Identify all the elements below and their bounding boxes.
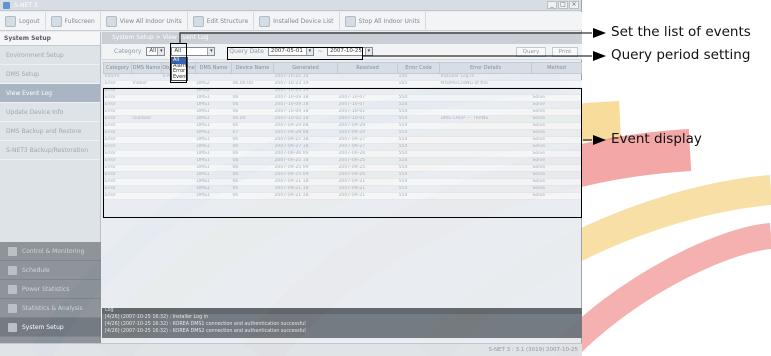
statistics-icon [8,303,17,313]
log-line: [4/26] (2007-10-25 16:32) : KOREA DMS1 c… [105,322,306,327]
stop-all-indoor-units-button[interactable]: Stop All Indoor Units [340,11,426,31]
title-bar: S-NET 3 _ □ × [0,0,581,11]
column-header[interactable]: Device Name [231,62,274,74]
chevron-down-icon: ▾ [157,48,165,55]
sidebar-header: System Setup [0,32,100,46]
table-cell [531,80,582,88]
view-all-icon [105,15,117,27]
control-icon [8,246,17,256]
installed-device-list-button[interactable]: Installed Device List [254,11,340,31]
table-cell: Indoor [131,80,162,88]
column-header[interactable]: Error Details [439,62,532,74]
category-select[interactable]: All ▾ [146,47,166,56]
table-cell [231,73,274,81]
close-icon[interactable]: × [569,1,579,9]
table-cell: 2007-10-23 19 [273,80,338,88]
column-header[interactable]: Error Code [397,62,440,74]
table-cell [131,73,162,81]
screenshot-canvas: S-NET 3 _ □ × Logout Fullscreen View All… [0,0,771,356]
sidebar: System Setup Environment Setup DMS Setup… [0,32,101,356]
table-cell [337,80,398,88]
maximize-icon[interactable]: □ [558,1,568,9]
log-panel: Log [4/26] (2007-10-25 16:32) : Installe… [102,308,582,338]
annotation-event-list: Set the list of events [611,24,751,40]
app-logo-icon [3,2,10,9]
power-icon [8,284,17,294]
column-header[interactable]: Method [531,62,582,74]
system-setup-icon [8,322,17,332]
schedule-icon [8,265,17,275]
category-label: Category [114,48,142,55]
nav-system-setup[interactable]: System Setup [0,318,101,337]
column-header[interactable]: DMS Name [195,62,232,74]
nav-power-statistics[interactable]: Power Statistics [0,280,101,299]
query-button[interactable]: Query [516,47,546,57]
category-list-highlight [170,43,187,83]
table-cell: DMS2 [195,80,232,88]
table-cell: 165 [397,80,440,88]
query-period-highlight [227,47,363,60]
fullscreen-button[interactable]: Fullscreen [46,11,101,31]
column-header[interactable]: DMS Name [131,62,162,74]
chevron-down-icon: ▾ [207,48,215,55]
toolbar: Logout Fullscreen View All Indoor Units … [0,11,582,31]
logout-icon [5,15,16,27]
sidebar-item-dms-setup[interactable]: DMS Setup [0,65,100,84]
column-header[interactable]: Category [103,62,132,74]
nav-control-monitoring[interactable]: Control & Monitoring [0,242,101,261]
table-cell: Installer Log In [439,73,532,81]
sidebar-item-update-device-info[interactable]: Update Device Info [0,103,100,122]
stop-all-icon [344,15,356,27]
column-header[interactable]: Resolved [337,62,398,74]
fullscreen-icon [50,15,62,27]
table-cell: MISMATCHING of the [439,80,532,88]
table-cell: Inform [103,73,132,81]
column-header[interactable]: Generated [273,62,338,74]
device-list-icon [259,15,271,27]
sidebar-item-view-event-log[interactable]: View Event Log [0,84,100,103]
table-cell [531,73,582,81]
annotation-query-period: Query period setting [611,47,751,63]
print-button[interactable]: Print [552,47,578,57]
window-title: S-NET 3 [14,2,38,9]
minimize-icon[interactable]: _ [547,1,557,9]
main-nav: Control & Monitoring Schedule Power Stat… [0,242,101,356]
calendar-icon: ▾ [364,48,372,55]
logout-button[interactable]: Logout [0,11,46,31]
annotation-event-display: Event display [611,131,702,147]
sidebar-item-snet3-backup[interactable]: S-NET3 Backup/Restoration [0,141,100,160]
event-display-highlight [103,88,582,218]
status-text: S-NET 3 : 3.1 (3019) 2007-10-25 [488,347,578,353]
nav-statistics-analysis[interactable]: Statistics & Analysis [0,299,101,318]
nav-schedule[interactable]: Schedule [0,261,101,280]
sidebar-item-dms-backup[interactable]: DMS Backup and Restore [0,122,100,141]
view-all-indoor-units-button[interactable]: View All Indoor Units [101,11,188,31]
sidebar-item-environment-setup[interactable]: Environment Setup [0,46,100,65]
table-cell [195,73,232,81]
status-bar: S-NET 3 : 3.1 (3019) 2007-10-25 [0,343,582,356]
log-line: [4/26] (2007-10-25 16:32) : KOREA DMS2 c… [105,329,306,334]
table-cell: 100 [397,73,440,81]
table-cell: 2007-10-25 10 [273,73,338,81]
edit-structure-button[interactable]: Edit Structure [188,11,255,31]
table-cell [337,73,398,81]
table-cell: Error [103,80,132,88]
table-cell: 06.06.00 [231,80,274,88]
log-line: [4/26] (2007-10-25 16:32) : Installer Lo… [105,315,209,320]
edit-structure-icon [192,15,204,27]
